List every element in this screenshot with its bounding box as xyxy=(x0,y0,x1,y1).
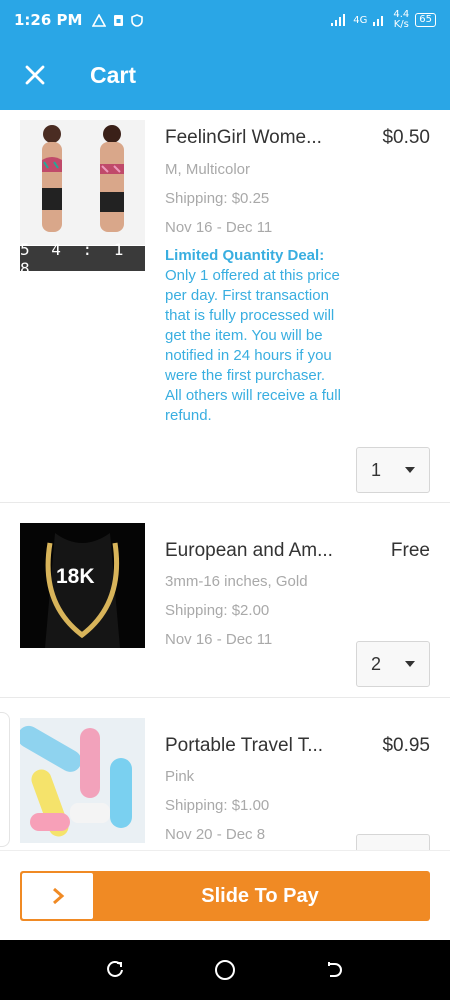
status-bar: 1:26 PM 4G 4.4 K/s 65 xyxy=(0,0,450,40)
app-bar: Cart xyxy=(0,40,450,110)
quantity-value: 1 xyxy=(371,459,382,480)
system-nav-bar xyxy=(0,940,450,1000)
cart-list[interactable]: 5 4 : 1 8 FeelinGirl Wome... $0.50 M, Mu… xyxy=(0,110,450,850)
slide-knob[interactable] xyxy=(22,873,93,919)
product-image[interactable]: 18K xyxy=(20,523,145,648)
product-name[interactable]: FeelinGirl Wome... xyxy=(165,127,322,149)
product-name[interactable]: Portable Travel T... xyxy=(165,735,323,757)
notification-icons xyxy=(92,13,144,27)
deal-notice: Limited Quantity Deal: Only 1 offered at… xyxy=(165,246,345,426)
battery-icon: 65 xyxy=(415,13,436,27)
signal-icon-2 xyxy=(373,16,384,26)
caret-down-icon xyxy=(405,467,415,473)
signal-icon xyxy=(331,14,346,26)
slide-to-pay[interactable]: Slide To Pay xyxy=(20,871,430,921)
page-title: Cart xyxy=(90,61,137,88)
product-variant: M, Multicolor xyxy=(165,161,251,178)
chevron-right-icon xyxy=(52,887,64,905)
cart-item[interactable]: Portable Travel T... $0.95 Pink Shipping… xyxy=(0,698,450,850)
product-price: $0.95 xyxy=(382,735,430,756)
image-label: 18K xyxy=(56,565,95,588)
recents-icon xyxy=(107,961,123,977)
product-variant: 3mm-16 inches, Gold xyxy=(165,573,308,590)
toothbrush-case-image xyxy=(20,718,145,843)
quantity-select[interactable] xyxy=(356,834,430,850)
shipping-cost: Shipping: $0.25 xyxy=(165,190,270,207)
home-button[interactable] xyxy=(205,950,245,990)
download-icon xyxy=(114,14,124,26)
slide-label: Slide To Pay xyxy=(201,884,319,907)
quantity-select[interactable]: 2 xyxy=(356,641,430,687)
product-image[interactable] xyxy=(20,718,145,843)
warning-icon xyxy=(92,13,107,27)
deal-text: Only 1 offered at this price per day. Fi… xyxy=(165,267,341,424)
caret-down-icon xyxy=(405,661,415,667)
quantity-value: 2 xyxy=(371,653,382,674)
product-name[interactable]: European and Am... xyxy=(165,540,333,562)
net-speed: 4.4 K/s xyxy=(393,9,410,30)
deal-timer: 5 4 : 1 8 xyxy=(20,240,145,278)
cart-item[interactable]: 5 4 : 1 8 FeelinGirl Wome... $0.50 M, Mu… xyxy=(0,110,450,503)
quantity-select[interactable]: 1 xyxy=(356,447,430,493)
shield-icon xyxy=(131,13,144,27)
cart-item[interactable]: 18K European and Am... Free 3mm-16 inche… xyxy=(0,503,450,698)
product-price: Free xyxy=(390,540,430,561)
back-button[interactable] xyxy=(315,950,355,990)
delivery-date: Nov 20 - Dec 8 xyxy=(165,826,266,843)
deal-title: Limited Quantity Deal: xyxy=(165,247,325,264)
home-icon xyxy=(215,960,235,980)
shipping-cost: Shipping: $2.00 xyxy=(165,602,270,619)
back-icon xyxy=(328,962,342,977)
shipping-cost: Shipping: $1.00 xyxy=(165,797,270,814)
delivery-date: Nov 16 - Dec 11 xyxy=(165,219,273,236)
network-type: 4G xyxy=(353,14,368,26)
recents-button[interactable] xyxy=(95,950,135,990)
system-icons: 4G 4.4 K/s 65 xyxy=(331,10,436,30)
checkout-bar: Slide To Pay xyxy=(0,850,450,940)
edge-handle[interactable] xyxy=(0,712,10,847)
swimsuit-image xyxy=(20,120,145,245)
close-button[interactable] xyxy=(0,40,70,110)
product-image[interactable] xyxy=(20,120,145,245)
delivery-date: Nov 16 - Dec 11 xyxy=(165,631,273,648)
close-icon xyxy=(25,65,45,85)
product-price: $0.50 xyxy=(382,127,430,148)
product-variant: Pink xyxy=(165,768,195,785)
clock: 1:26 PM xyxy=(14,11,83,29)
